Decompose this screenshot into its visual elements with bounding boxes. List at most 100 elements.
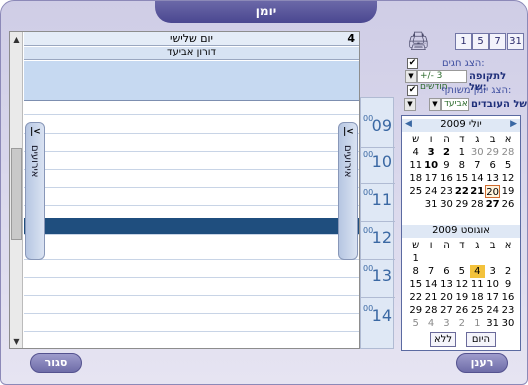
day-cell[interactable]: 30 [470,146,485,159]
day-cell[interactable]: 12 [500,172,515,185]
day-cell[interactable]: 1 [454,146,469,159]
day-cell[interactable]: 22 [454,185,469,198]
time-slot[interactable] [24,120,359,134]
day-cell[interactable]: 14 [470,172,485,185]
prev-month-icon[interactable]: ◀ [405,119,412,129]
day-cell[interactable]: 14 [423,278,438,291]
day-cell[interactable]: 17 [485,291,500,304]
day-cell[interactable] [439,252,454,265]
collapse-icon[interactable]: |< [343,127,354,137]
day-cell[interactable]: 18 [470,291,485,304]
all-day-area[interactable] [24,61,359,101]
view-button-day[interactable]: 1 [455,33,472,50]
day-cell[interactable]: 19 [500,185,515,198]
day-cell[interactable]: 25 [470,304,485,317]
period-select[interactable]: +/- 3 חודשים [417,70,467,92]
day-cell[interactable]: 28 [470,198,485,211]
day-cell[interactable] [485,252,500,265]
day-cell[interactable]: 2 [439,146,454,159]
day-cell[interactable]: 29 [408,304,423,317]
day-cell[interactable] [470,252,485,265]
today-button[interactable]: היום [466,332,496,347]
time-slot[interactable] [24,174,359,188]
day-cell[interactable]: 6 [485,159,500,172]
day-cell[interactable]: 20 [484,185,501,198]
day-cell[interactable]: 11 [408,159,423,172]
day-cell[interactable]: 29 [454,198,469,211]
day-cell[interactable]: 15 [408,278,423,291]
day-cell[interactable]: 16 [439,172,454,185]
day-cell[interactable]: 20 [439,291,454,304]
day-cell[interactable]: 4 [469,265,485,278]
day-cell[interactable]: 13 [439,278,454,291]
refresh-button[interactable]: רענן [456,353,508,373]
day-cell[interactable]: 23 [439,185,454,198]
day-cell[interactable]: 7 [423,265,438,278]
day-cell[interactable]: 9 [439,159,454,172]
day-cell[interactable]: 3 [485,265,500,278]
chevron-down-icon[interactable]: ▼ [429,98,441,111]
next-month-icon[interactable]: ▶ [510,119,517,129]
close-button[interactable]: סגור [30,353,82,373]
mini-calendar[interactable]: ◀ יולי 2009 ▶ ש ו ה ד ג ב א 4 3 2 1 30 29 28 11 10 9 8 7 6 5… [401,115,521,351]
day-cell[interactable]: 12 [454,278,469,291]
day-cell[interactable]: 8 [454,159,469,172]
chevron-down-icon[interactable]: ▼ [404,98,416,111]
view-button-week[interactable]: 7 [489,33,506,50]
day-cell[interactable]: 1 [408,252,423,265]
day-cell[interactable]: 23 [500,304,515,317]
day-cell[interactable]: 5 [454,265,469,278]
day-cell[interactable]: 28 [500,146,515,159]
day-cell[interactable]: 24 [423,185,438,198]
day-cell[interactable]: 25 [408,185,423,198]
day-cell[interactable]: 16 [500,291,515,304]
day-cell[interactable]: 13 [485,172,500,185]
day-cell[interactable]: 17 [423,172,438,185]
day-cell[interactable]: 26 [500,198,515,211]
day-cell[interactable]: 24 [485,304,500,317]
day-cell[interactable]: 10 [485,278,500,291]
view-button-workweek[interactable]: 5 [472,33,489,50]
day-cell[interactable]: 31 [423,198,438,211]
day-cell[interactable]: 21 [470,185,485,198]
day-cell[interactable]: 1 [470,317,485,330]
day-cell[interactable]: 18 [408,172,423,185]
day-cell[interactable] [454,252,469,265]
none-button[interactable]: ללא [430,332,456,347]
day-cell[interactable]: 2 [500,265,515,278]
day-cell[interactable]: 2 [454,317,469,330]
selected-time-slot[interactable] [24,218,359,235]
time-slot[interactable] [24,264,359,278]
events-sidebar-right[interactable]: |< אירועים [338,122,358,260]
collapse-icon[interactable]: |< [30,127,41,137]
day-cell[interactable]: 9 [500,278,515,291]
day-cell[interactable] [408,198,423,211]
show-holidays-checkbox[interactable]: ✔ [407,58,418,69]
day-cell[interactable] [500,252,515,265]
month-grid[interactable]: ש ו ה ד ג ב א 1 8 7 6 5 4 3 2 15 14 13 12 11 10 9 22 21 20 19 18 17… [408,239,516,330]
chevron-down-icon[interactable]: ▼ [405,70,417,83]
day-cell[interactable]: 5 [408,317,423,330]
day-cell[interactable]: 8 [408,265,423,278]
time-slot[interactable] [24,156,359,170]
vertical-scrollbar[interactable]: ▲ ▼ [10,32,23,348]
day-cell[interactable]: 4 [408,146,423,159]
day-cell[interactable]: 30 [500,317,515,330]
day-cell[interactable]: 29 [485,146,500,159]
scroll-thumb[interactable] [11,148,22,240]
day-cell[interactable]: 6 [439,265,454,278]
day-cell[interactable]: 22 [408,291,423,304]
day-view[interactable]: ▲ ▼ 4 יום שלישי דורון אביעד |< אירועים |… [9,31,360,349]
day-cell[interactable]: 10 [423,159,438,172]
day-cell[interactable]: 4 [423,317,438,330]
day-cell[interactable]: 26 [454,304,469,317]
time-slot[interactable] [24,246,359,260]
time-slot[interactable] [24,300,359,314]
printer-icon[interactable]: 🖨 [407,31,430,52]
view-button-month[interactable]: 31 [507,33,524,50]
day-cell[interactable]: 7 [470,159,485,172]
day-cell[interactable]: 27 [439,304,454,317]
day-cell[interactable]: 19 [454,291,469,304]
month-grid[interactable]: ש ו ה ד ג ב א 4 3 2 1 30 29 28 11 10 9 8 7 6 5 18 17 16 15 14 13 12… [408,133,516,211]
day-cell[interactable] [423,252,438,265]
